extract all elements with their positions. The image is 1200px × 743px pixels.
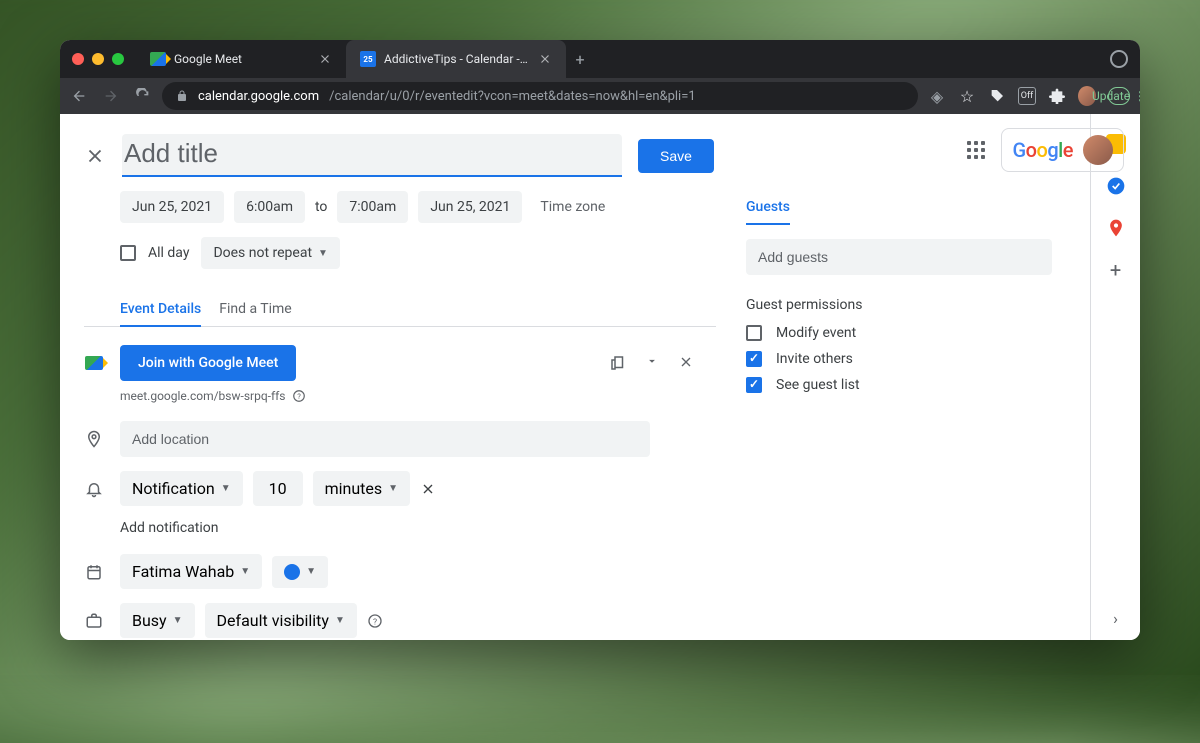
- notification-type-dropdown[interactable]: Notification▼: [120, 471, 243, 506]
- maximize-window-button[interactable]: [112, 53, 124, 65]
- end-time-chip[interactable]: 7:00am: [337, 191, 408, 223]
- start-date-chip[interactable]: Jun 25, 2021: [120, 191, 224, 223]
- back-button[interactable]: [70, 88, 88, 104]
- copy-link-icon[interactable]: [608, 354, 628, 372]
- perm-label: See guest list: [776, 377, 860, 393]
- visibility-help-icon[interactable]: ?: [367, 613, 383, 629]
- google-logo: Google: [1012, 138, 1073, 162]
- bookmark-star-icon[interactable]: ☆: [958, 87, 976, 105]
- perm-label: Modify event: [776, 325, 856, 341]
- timezone-button[interactable]: Time zone: [540, 199, 605, 215]
- tab-google-meet[interactable]: Google Meet: [136, 40, 346, 78]
- forward-button[interactable]: [102, 88, 120, 104]
- join-with-meet-button[interactable]: Join with Google Meet: [120, 345, 296, 381]
- tab-event-details[interactable]: Event Details: [120, 293, 201, 327]
- busy-dropdown[interactable]: Busy▼: [120, 603, 195, 638]
- invite-others-checkbox[interactable]: [746, 351, 762, 367]
- tab-calendar[interactable]: 25 AddictiveTips - Calendar - Eve...: [346, 40, 566, 78]
- tab-find-a-time[interactable]: Find a Time: [219, 293, 292, 326]
- repeat-label: Does not repeat: [213, 245, 312, 261]
- google-account-button[interactable]: Google: [1001, 128, 1090, 172]
- extensions-icon[interactable]: [1048, 87, 1066, 105]
- calendar-favicon-icon: 25: [360, 51, 376, 67]
- calendar-owner-dropdown[interactable]: Fatima Wahab▼: [120, 554, 262, 589]
- repeat-dropdown[interactable]: Does not repeat ▼: [201, 237, 340, 269]
- add-notification-button[interactable]: Add notification: [120, 520, 716, 536]
- event-color-dropdown[interactable]: ▼: [272, 556, 328, 588]
- meet-icon: [84, 353, 104, 373]
- notification-value-input[interactable]: 10: [253, 471, 303, 506]
- allday-label: All day: [148, 245, 189, 261]
- account-icon[interactable]: [1110, 50, 1128, 68]
- close-window-button[interactable]: [72, 53, 84, 65]
- collapse-panel-icon[interactable]: ›: [1113, 609, 1118, 628]
- event-title-input[interactable]: [122, 134, 622, 177]
- location-pin-icon: [84, 429, 104, 449]
- tasks-icon[interactable]: [1106, 176, 1126, 196]
- svg-text:?: ?: [297, 392, 301, 401]
- allday-checkbox[interactable]: [120, 245, 136, 261]
- to-label: to: [315, 199, 327, 215]
- lock-icon: [176, 90, 188, 102]
- tab-title: Google Meet: [174, 52, 310, 66]
- maps-icon[interactable]: [1106, 218, 1126, 238]
- close-tab-icon[interactable]: [538, 52, 552, 66]
- notification-unit-dropdown[interactable]: minutes▼: [313, 471, 410, 506]
- addons-plus-icon[interactable]: +: [1106, 260, 1126, 280]
- save-button[interactable]: Save: [638, 139, 714, 173]
- guest-permissions-title: Guest permissions: [746, 297, 1052, 313]
- remove-notification-icon[interactable]: [420, 481, 436, 497]
- new-tab-button[interactable]: +: [566, 40, 594, 78]
- tab-title: AddictiveTips - Calendar - Eve...: [384, 52, 530, 66]
- modify-event-checkbox[interactable]: [746, 325, 762, 341]
- update-button[interactable]: Update ⋮: [1108, 87, 1130, 105]
- minimize-window-button[interactable]: [92, 53, 104, 65]
- meet-favicon-icon: [150, 51, 166, 67]
- apps-grid-icon[interactable]: [967, 141, 985, 159]
- perm-label: Invite others: [776, 351, 853, 367]
- see-guest-list-checkbox[interactable]: [746, 377, 762, 393]
- titlebar: Google Meet 25 AddictiveTips - Calendar …: [60, 40, 1140, 78]
- color-dot-icon: [284, 564, 300, 580]
- visibility-dropdown[interactable]: Default visibility▼: [205, 603, 357, 638]
- close-tab-icon[interactable]: [318, 52, 332, 66]
- briefcase-icon: [84, 611, 104, 631]
- update-label: Update: [1092, 89, 1130, 103]
- side-panel: + ›: [1090, 114, 1140, 640]
- meet-options-icon[interactable]: [642, 354, 662, 372]
- user-avatar-icon: [1083, 135, 1090, 165]
- bell-icon: [84, 479, 104, 499]
- address-bar[interactable]: calendar.google.com/calendar/u/0/r/event…: [162, 82, 918, 110]
- diamond-icon[interactable]: ◈: [928, 87, 946, 105]
- guests-tab[interactable]: Guests: [746, 191, 790, 225]
- svg-text:?: ?: [373, 617, 377, 627]
- close-event-button[interactable]: [84, 145, 106, 167]
- location-input[interactable]: [120, 421, 650, 457]
- meet-url-text: meet.google.com/bsw-srpq-ffs: [120, 389, 286, 403]
- end-date-chip[interactable]: Jun 25, 2021: [418, 191, 522, 223]
- remove-meet-icon[interactable]: [676, 354, 696, 372]
- url-host: calendar.google.com: [198, 89, 319, 104]
- reload-button[interactable]: [134, 88, 152, 104]
- calendar-icon: [84, 562, 104, 582]
- browser-window: Google Meet 25 AddictiveTips - Calendar …: [60, 40, 1140, 640]
- toolbar: calendar.google.com/calendar/u/0/r/event…: [60, 78, 1140, 114]
- caret-down-icon: ▼: [318, 248, 328, 259]
- info-icon[interactable]: ?: [292, 389, 306, 403]
- url-path: /calendar/u/0/r/eventedit?vcon=meet&date…: [329, 89, 696, 104]
- jar-icon[interactable]: Off: [1018, 87, 1036, 105]
- start-time-chip[interactable]: 6:00am: [234, 191, 305, 223]
- add-guests-input[interactable]: [746, 239, 1052, 275]
- tag-icon[interactable]: [988, 87, 1006, 105]
